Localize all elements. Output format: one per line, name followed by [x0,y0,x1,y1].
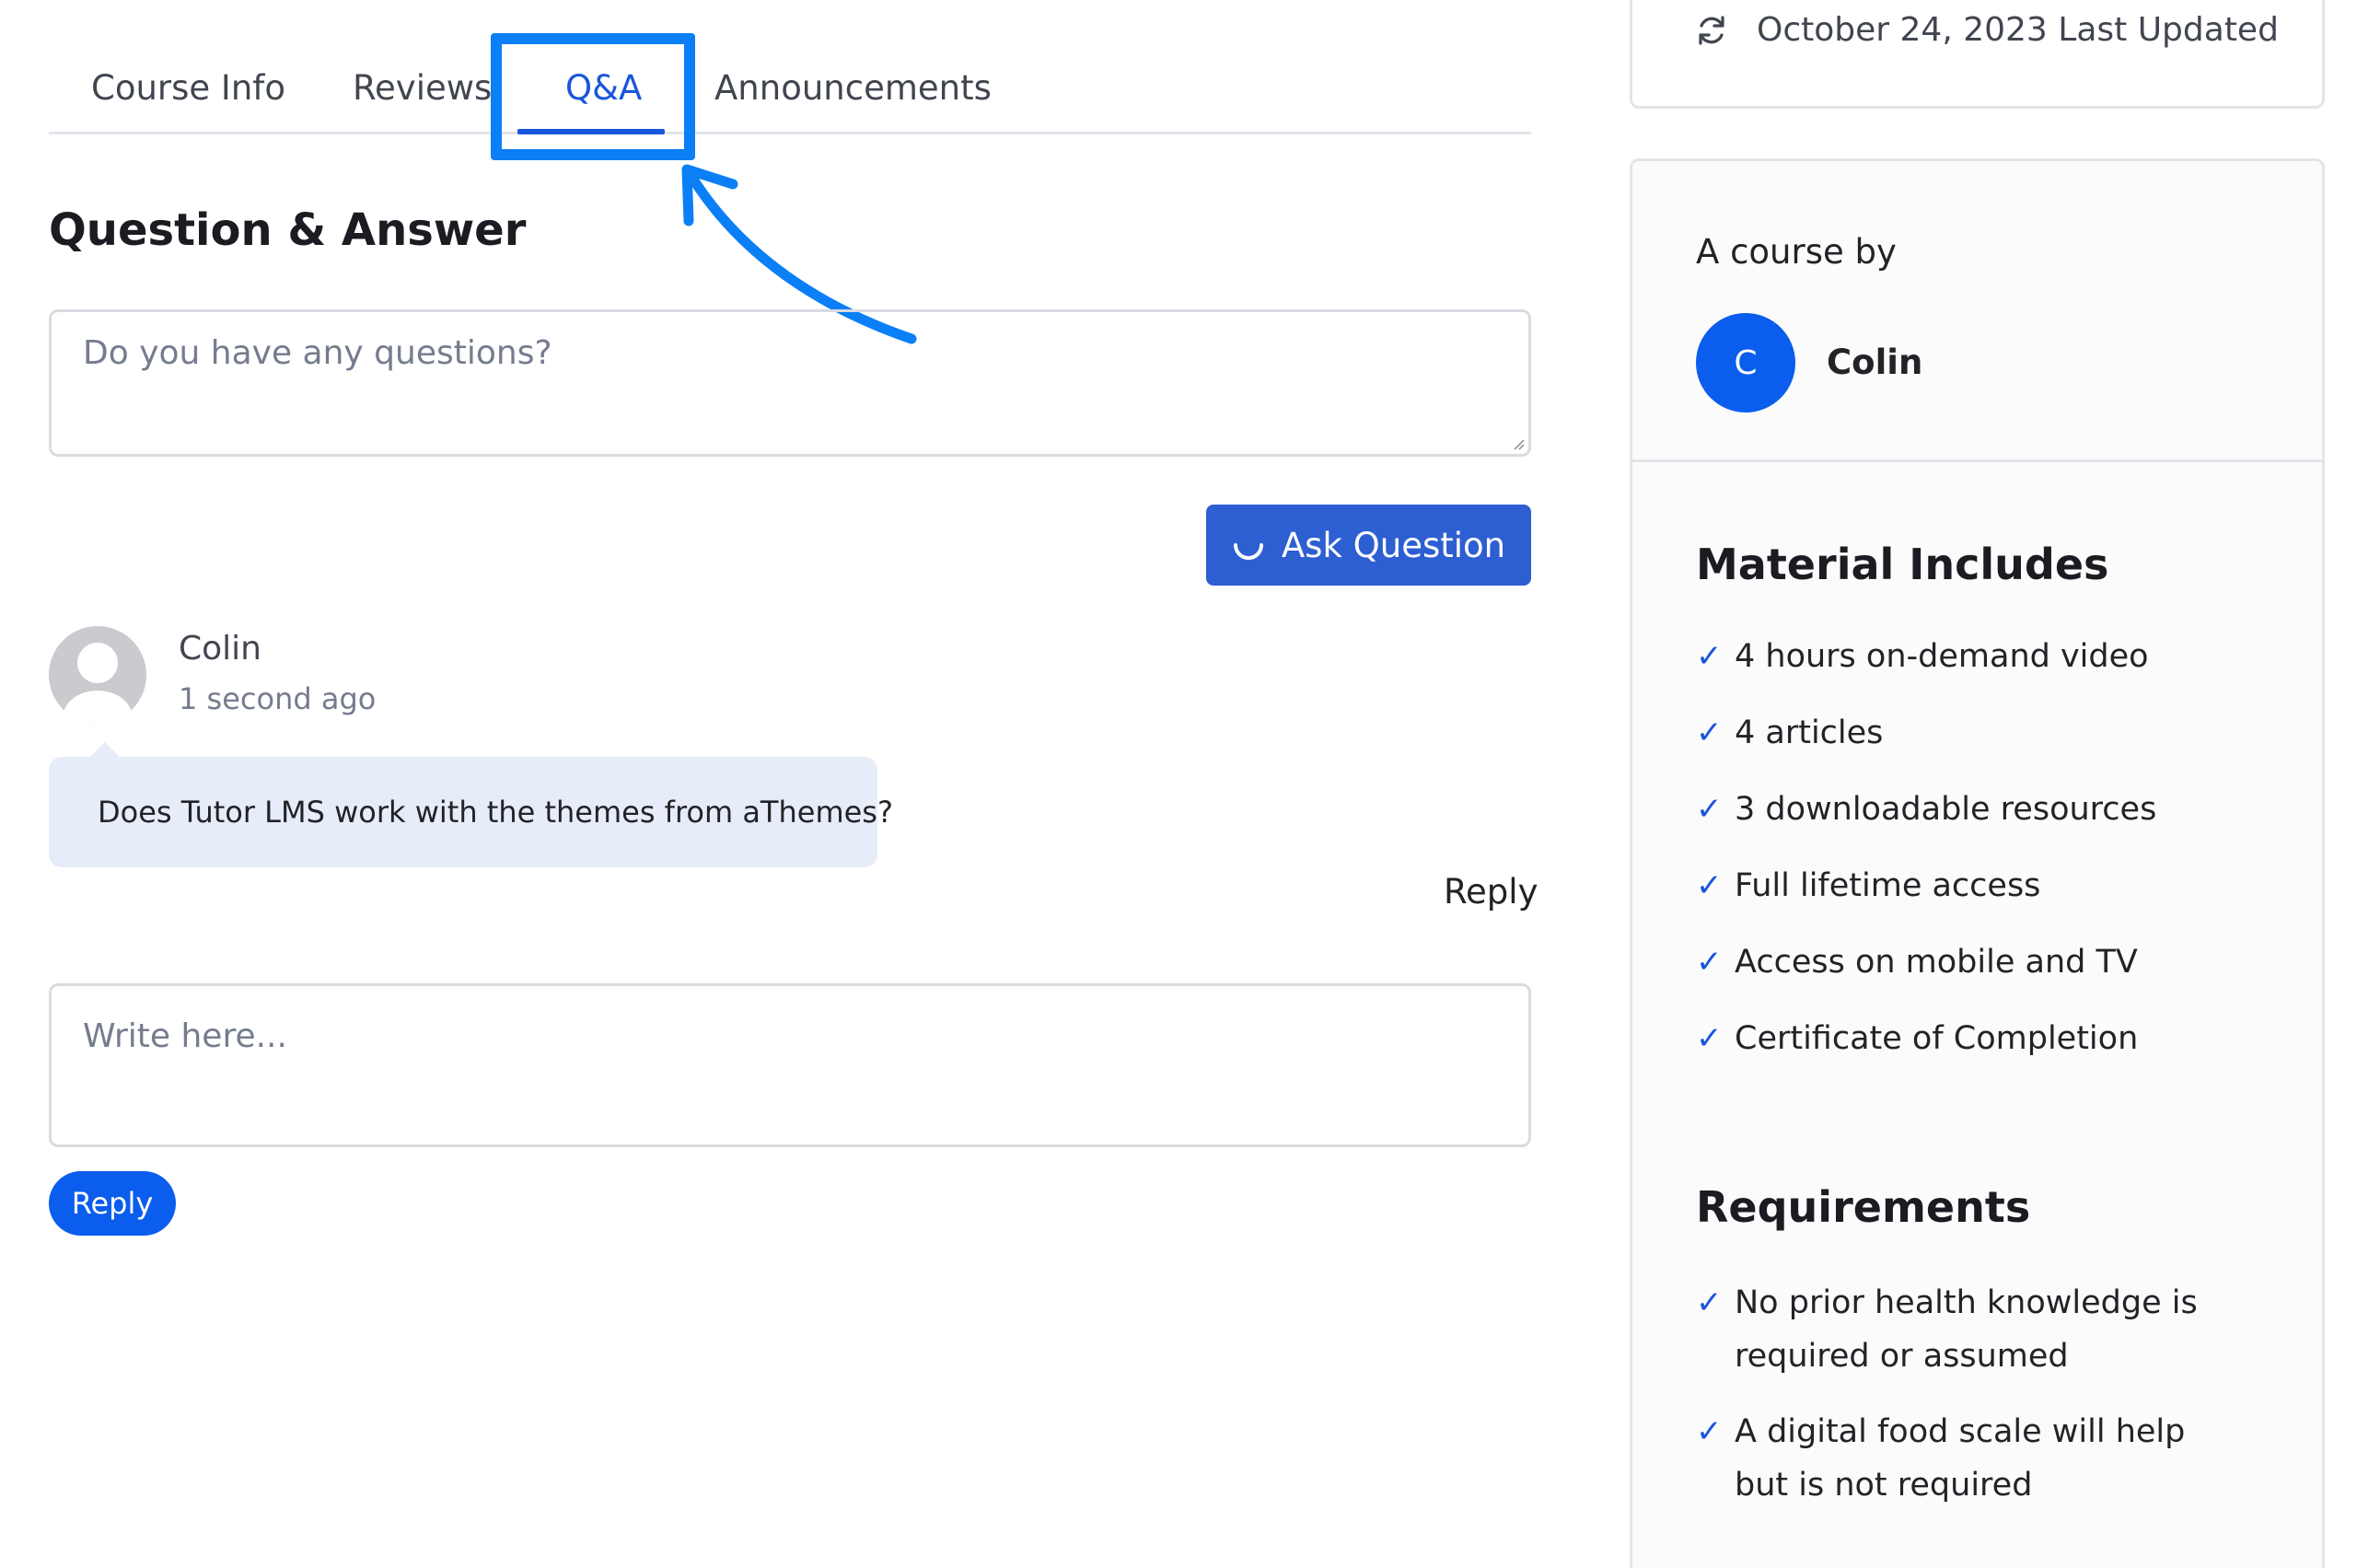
resize-grip-icon[interactable] [1510,436,1525,450]
page-title: Question & Answer [49,204,527,256]
material-list: ✓ 4 hours on-demand video ✓ 4 articles ✓ 3 … [1696,633,2156,1092]
list-item: ✓ Certificate of Completion [1696,1016,2156,1092]
reply-link[interactable]: Reply [1444,872,1538,912]
list-item: ✓ 4 hours on-demand video [1696,633,2156,710]
course-by-label: A course by [1696,232,1897,272]
question-placeholder: Do you have any questions? [83,334,552,372]
avatar [49,626,146,724]
tab-reviews[interactable]: Reviews [353,61,492,116]
list-item: ✓ 3 downloadable resources [1696,786,2156,863]
material-includes-title: Material Includes [1696,540,2109,589]
reply-placeholder: Write here... [83,1017,287,1055]
ask-question-label: Ask Question [1281,525,1506,565]
instructor-avatar[interactable]: C [1696,313,1795,412]
instructor-name[interactable]: Colin [1827,343,1922,382]
check-icon: ✓ [1696,791,1723,828]
question-timestamp: 1 second ago [179,681,377,716]
question-author: Colin [179,630,261,668]
question-input[interactable]: Do you have any questions? [49,309,1531,457]
check-icon: ✓ [1696,638,1723,675]
last-updated-text: October 24, 2023 Last Updated [1757,11,2279,49]
check-icon: ✓ [1696,1284,1723,1321]
instructor-initial: C [1734,343,1758,382]
list-item: ✓ Access on mobile and TV [1696,939,2156,1016]
reply-button-label: Reply [71,1186,154,1221]
sidebar-divider [1632,459,2322,462]
annotation-highlight-box [491,33,695,160]
check-icon: ✓ [1696,1413,1723,1450]
refresh-icon [1699,15,1724,45]
check-icon: ✓ [1696,1020,1723,1057]
user-placeholder-icon [63,643,133,724]
question-bubble: Does Tutor LMS work with the themes from… [49,742,893,867]
last-updated: October 24, 2023 Last Updated [1694,11,2279,49]
loading-spinner-icon [1233,543,1263,560]
reply-input[interactable]: Write here... [49,983,1531,1147]
requirements-list: ✓ No prior health knowledge is required o… [1696,1276,2248,1534]
tab-course-info[interactable]: Course Info [91,61,285,116]
list-item: ✓ A digital food scale will help but is n… [1696,1405,2248,1512]
course-tabs: Course Info Reviews Q&A Announcements [49,0,1531,134]
check-icon: ✓ [1696,944,1723,981]
ask-question-button[interactable]: Ask Question [1206,505,1531,586]
check-icon: ✓ [1696,867,1723,904]
reply-button[interactable]: Reply [49,1171,176,1236]
question-text: Does Tutor LMS work with the themes from… [98,795,893,830]
requirements-title: Requirements [1696,1182,2031,1232]
list-item: ✓ 4 articles [1696,710,2156,786]
list-item: ✓ Full lifetime access [1696,863,2156,939]
tab-announcements[interactable]: Announcements [714,61,992,116]
check-icon: ✓ [1696,714,1723,751]
list-item: ✓ No prior health knowledge is required o… [1696,1276,2248,1383]
